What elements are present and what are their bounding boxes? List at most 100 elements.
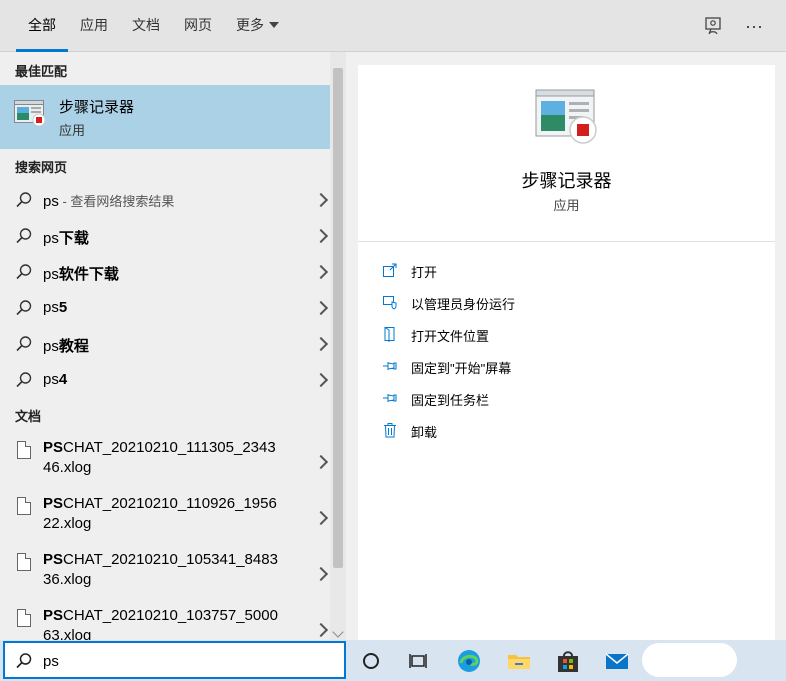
tab-more-label: 更多 bbox=[236, 17, 264, 33]
document-item[interactable]: PSCHAT_20210210_103757_5000 63.xlog bbox=[0, 607, 330, 640]
detail-app-type: 应用 bbox=[553, 198, 580, 213]
cortana-icon[interactable] bbox=[358, 648, 384, 674]
chevron-right-icon[interactable] bbox=[313, 510, 329, 526]
chevron-right-icon[interactable] bbox=[313, 228, 329, 244]
web-result-item[interactable]: ps - 查看网络搜索结果 bbox=[0, 182, 330, 218]
file-icon bbox=[17, 609, 31, 627]
feedback-icon[interactable] bbox=[701, 14, 725, 38]
document-name-match: PS bbox=[43, 551, 64, 568]
steps-recorder-icon bbox=[14, 100, 46, 131]
file-explorer-icon[interactable] bbox=[506, 648, 532, 674]
trash-icon bbox=[382, 422, 400, 438]
file-icon bbox=[17, 553, 31, 571]
detail-pane: 步骤记录器 应用 打开以管理员身份运行 打开文件位置固定到"开始"屏幕 固定到任务栏… bbox=[358, 65, 775, 640]
pin-icon bbox=[382, 358, 400, 374]
web-result-prefix: ps bbox=[43, 230, 59, 247]
task-view-icon[interactable] bbox=[406, 648, 432, 674]
chevron-down-icon bbox=[269, 22, 279, 28]
web-result-prefix: ps bbox=[43, 299, 59, 316]
action-item[interactable]: 卸载 bbox=[382, 419, 762, 443]
document-name-match: PS bbox=[43, 607, 64, 624]
detail-divider bbox=[358, 241, 775, 242]
web-result-text: ps - 查看网络搜索结果 bbox=[43, 191, 174, 210]
chevron-right-icon[interactable] bbox=[313, 622, 329, 638]
web-result-item[interactable]: ps教程 bbox=[0, 326, 330, 362]
chevron-right-icon[interactable] bbox=[313, 336, 329, 352]
action-label: 固定到"开始"屏幕 bbox=[411, 361, 512, 376]
web-result-suffix: 4 bbox=[58, 371, 68, 388]
tab-documents[interactable]: 文档 bbox=[132, 0, 160, 52]
open-icon bbox=[382, 262, 400, 278]
store-icon[interactable] bbox=[555, 648, 581, 674]
document-item[interactable]: PSCHAT_20210210_105341_8483 36.xlog bbox=[0, 551, 330, 607]
chevron-right-icon[interactable] bbox=[313, 300, 329, 316]
chevron-right-icon[interactable] bbox=[313, 372, 329, 388]
section-best-match: 最佳匹配 bbox=[15, 64, 68, 79]
search-icon bbox=[15, 299, 33, 322]
search-icon bbox=[15, 652, 33, 675]
chevron-right-icon[interactable] bbox=[313, 454, 329, 470]
web-result-hint: - 查看网络搜索结果 bbox=[58, 194, 175, 209]
results-pane: 最佳匹配 步骤记录器 应用 搜索网页 ps - 查看网络搜索结果 ps下载 ps软件… bbox=[0, 52, 346, 640]
document-item[interactable]: PSCHAT_20210210_110926_1956 22.xlog bbox=[0, 495, 330, 551]
document-name-rest: CHAT_20210210_110926_1956 bbox=[63, 495, 277, 512]
web-result-text: ps软件下载 bbox=[43, 263, 119, 284]
action-label: 打开 bbox=[411, 265, 438, 280]
document-item[interactable]: PSCHAT_20210210_111305_2343 46.xlog bbox=[0, 439, 330, 495]
scroll-down-icon[interactable] bbox=[332, 626, 344, 638]
document-name-rest: CHAT_20210210_111305_2343 bbox=[63, 439, 276, 456]
web-result-item[interactable]: ps下载 bbox=[0, 218, 330, 254]
document-name-line2: 46.xlog bbox=[43, 459, 92, 476]
web-result-prefix: ps bbox=[43, 193, 59, 210]
search-box[interactable] bbox=[3, 641, 346, 679]
search-icon bbox=[15, 263, 33, 286]
web-result-suffix: 软件下载 bbox=[58, 266, 119, 283]
web-result-item[interactable]: ps5 bbox=[0, 290, 330, 326]
search-input[interactable] bbox=[43, 650, 333, 672]
tab-all[interactable]: 全部 bbox=[16, 0, 68, 52]
web-result-item[interactable]: ps软件下载 bbox=[0, 254, 330, 290]
action-label: 以管理员身份运行 bbox=[411, 297, 516, 312]
results-scrollbar[interactable] bbox=[330, 52, 346, 640]
chevron-right-icon[interactable] bbox=[313, 566, 329, 582]
tab-apps[interactable]: 应用 bbox=[80, 0, 108, 52]
tab-web[interactable]: 网页 bbox=[184, 0, 212, 52]
chevron-right-icon[interactable] bbox=[313, 264, 329, 280]
run-as-admin-icon bbox=[382, 294, 400, 310]
action-item[interactable]: 固定到"开始"屏幕 bbox=[382, 355, 762, 379]
document-name-line1: PSCHAT_20210210_110926_1956 bbox=[43, 495, 277, 512]
search-filter-bar: 全部 应用 文档 网页 更多 ··· bbox=[0, 0, 786, 52]
web-result-prefix: ps bbox=[43, 266, 59, 283]
web-result-text: ps5 bbox=[43, 299, 67, 316]
more-options-icon[interactable]: ··· bbox=[742, 14, 766, 38]
action-item[interactable]: 固定到任务栏 bbox=[382, 387, 762, 411]
edge-icon[interactable] bbox=[456, 648, 482, 674]
action-label: 打开文件位置 bbox=[411, 329, 490, 344]
web-result-text: ps教程 bbox=[43, 335, 89, 356]
taskbar bbox=[0, 640, 786, 681]
tab-more[interactable]: 更多 bbox=[236, 0, 279, 52]
scrollbar-thumb[interactable] bbox=[333, 68, 343, 568]
action-item[interactable]: 打开 bbox=[382, 259, 762, 283]
steps-recorder-large-icon bbox=[535, 89, 599, 150]
action-label: 固定到任务栏 bbox=[411, 393, 490, 408]
chevron-right-icon[interactable] bbox=[313, 192, 329, 208]
search-icon bbox=[15, 227, 33, 250]
document-name-line1: PSCHAT_20210210_111305_2343 bbox=[43, 439, 276, 456]
file-icon bbox=[17, 497, 31, 515]
section-documents: 文档 bbox=[15, 409, 42, 424]
document-name-line2: 63.xlog bbox=[43, 627, 92, 640]
action-item[interactable]: 以管理员身份运行 bbox=[382, 291, 762, 315]
web-result-text: ps下载 bbox=[43, 227, 89, 248]
detail-app-name: 步骤记录器 bbox=[521, 171, 612, 191]
file-location-icon bbox=[382, 326, 400, 342]
action-label: 卸载 bbox=[411, 425, 438, 440]
search-icon bbox=[15, 335, 33, 358]
file-icon bbox=[17, 441, 31, 459]
web-result-item[interactable]: ps4 bbox=[0, 362, 330, 398]
action-item[interactable]: 打开文件位置 bbox=[382, 323, 762, 347]
best-match-item[interactable]: 步骤记录器 应用 bbox=[0, 85, 330, 149]
mail-icon[interactable] bbox=[604, 648, 630, 674]
best-match-type: 应用 bbox=[59, 123, 86, 138]
section-web-search: 搜索网页 bbox=[15, 160, 68, 175]
